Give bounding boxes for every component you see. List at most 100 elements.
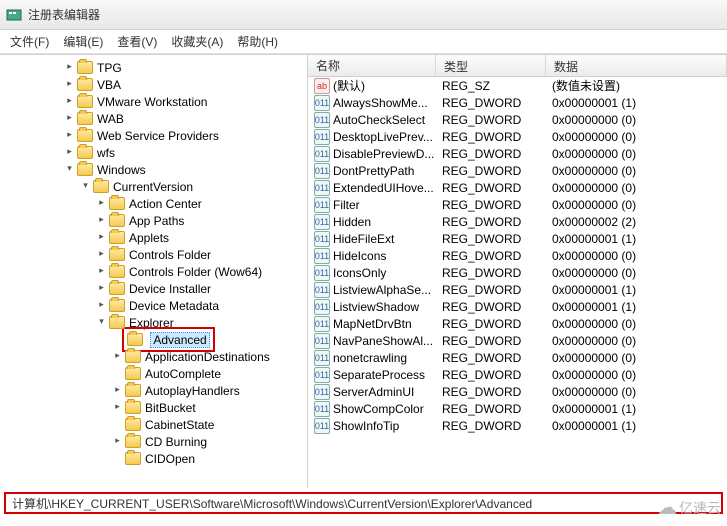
tree-node[interactable]: CabinetState [0,416,307,433]
tree-node-label[interactable]: Explorer [129,316,174,330]
tree-node-label[interactable]: Device Installer [129,282,211,296]
tree-node[interactable]: Explorer [0,314,307,331]
toggle-closed-icon[interactable] [112,351,123,362]
toggle-closed-icon[interactable] [96,249,107,260]
tree-node[interactable]: Advanced [0,331,307,348]
toggle-closed-icon[interactable] [96,215,107,226]
tree-node[interactable]: CurrentVersion [0,178,307,195]
toggle-closed-icon[interactable] [112,436,123,447]
tree-node[interactable]: ApplicationDestinations [0,348,307,365]
value-row[interactable]: 011nonetcrawlingREG_DWORD0x00000000 (0) [308,349,727,366]
toggle-closed-icon[interactable] [96,232,107,243]
tree-node[interactable]: Controls Folder (Wow64) [0,263,307,280]
tree-node[interactable]: Controls Folder [0,246,307,263]
tree-node-label[interactable]: CabinetState [145,418,214,432]
tree-node-label[interactable]: Web Service Providers [97,129,219,143]
tree-node-label[interactable]: CD Burning [145,435,207,449]
tree-node[interactable]: App Paths [0,212,307,229]
toggle-closed-icon[interactable] [64,113,75,124]
tree-node[interactable]: Device Metadata [0,297,307,314]
value-row[interactable]: 011AlwaysShowMe...REG_DWORD0x00000001 (1… [308,94,727,111]
toggle-open-icon[interactable] [80,181,91,192]
value-row[interactable]: 011HideIconsREG_DWORD0x00000000 (0) [308,247,727,264]
value-row[interactable]: 011DisablePreviewD...REG_DWORD0x00000000… [308,145,727,162]
tree-node[interactable]: wfs [0,144,307,161]
value-row[interactable]: 011HiddenREG_DWORD0x00000002 (2) [308,213,727,230]
toggle-open-icon[interactable] [64,164,75,175]
value-row[interactable]: 011DesktopLivePrev...REG_DWORD0x00000000… [308,128,727,145]
tree-node[interactable]: CD Burning [0,433,307,450]
toggle-closed-icon[interactable] [112,385,123,396]
tree-node[interactable]: AutoComplete [0,365,307,382]
toggle-closed-icon[interactable] [64,96,75,107]
value-row[interactable]: 011ExtendedUIHove...REG_DWORD0x00000000 … [308,179,727,196]
value-row[interactable]: 011ListviewShadowREG_DWORD0x00000001 (1) [308,298,727,315]
tree-node-label[interactable]: Applets [129,231,169,245]
tree-node-label[interactable]: CIDOpen [145,452,195,466]
tree-node-label[interactable]: TPG [97,61,122,75]
col-header-data[interactable]: 数据 [546,55,727,76]
tree-node[interactable]: VMware Workstation [0,93,307,110]
tree-node[interactable]: Device Installer [0,280,307,297]
value-row[interactable]: 011ShowInfoTipREG_DWORD0x00000001 (1) [308,417,727,434]
value-row[interactable]: 011ServerAdminUIREG_DWORD0x00000000 (0) [308,383,727,400]
tree-node-label[interactable]: BitBucket [145,401,196,415]
tree-node[interactable]: AutoplayHandlers [0,382,307,399]
col-header-type[interactable]: 类型 [436,55,546,76]
value-row[interactable]: 011ShowCompColorREG_DWORD0x00000001 (1) [308,400,727,417]
toggle-closed-icon[interactable] [64,130,75,141]
value-type: REG_DWORD [436,385,546,399]
toggle-closed-icon[interactable] [64,79,75,90]
value-list[interactable]: ab(默认)REG_SZ(数值未设置)011AlwaysShowMe...REG… [308,77,727,487]
tree-node[interactable]: WAB [0,110,307,127]
tree-node-label[interactable]: Controls Folder [129,248,211,262]
value-row[interactable]: 011HideFileExtREG_DWORD0x00000001 (1) [308,230,727,247]
tree-node-label[interactable]: ApplicationDestinations [145,350,270,364]
value-row[interactable]: ab(默认)REG_SZ(数值未设置) [308,77,727,94]
tree-node-label[interactable]: wfs [97,146,115,160]
toggle-closed-icon[interactable] [112,402,123,413]
value-row[interactable]: 011SeparateProcessREG_DWORD0x00000000 (0… [308,366,727,383]
value-row[interactable]: 011NavPaneShowAl...REG_DWORD0x00000000 (… [308,332,727,349]
tree-node-label[interactable]: Action Center [129,197,202,211]
tree-node[interactable]: Web Service Providers [0,127,307,144]
menu-help[interactable]: 帮助(H) [237,33,278,50]
tree-node[interactable]: CIDOpen [0,450,307,467]
tree-node-label[interactable]: AutoComplete [145,367,221,381]
tree-node-label[interactable]: VMware Workstation [97,95,207,109]
value-row[interactable]: 011DontPrettyPathREG_DWORD0x00000000 (0) [308,162,727,179]
menu-view[interactable]: 查看(V) [117,33,157,50]
toggle-closed-icon[interactable] [64,62,75,73]
tree-node-label[interactable]: Advanced [150,332,209,348]
tree-node-label[interactable]: Windows [97,163,146,177]
tree-node-label[interactable]: VBA [97,78,121,92]
tree-node-label[interactable]: App Paths [129,214,184,228]
toggle-closed-icon[interactable] [64,147,75,158]
toggle-closed-icon[interactable] [96,198,107,209]
menu-file[interactable]: 文件(F) [10,33,49,50]
tree-node-label[interactable]: CurrentVersion [113,180,193,194]
tree-node[interactable]: VBA [0,76,307,93]
menu-favorites[interactable]: 收藏夹(A) [171,33,223,50]
tree-node-label[interactable]: Controls Folder (Wow64) [129,265,262,279]
value-row[interactable]: 011ListviewAlphaSe...REG_DWORD0x00000001… [308,281,727,298]
toggle-open-icon[interactable] [96,317,107,328]
tree-node[interactable]: BitBucket [0,399,307,416]
tree-node[interactable]: Windows [0,161,307,178]
toggle-closed-icon[interactable] [96,283,107,294]
value-row[interactable]: 011IconsOnlyREG_DWORD0x00000000 (0) [308,264,727,281]
tree-pane[interactable]: TPG VBA VMware Workstation WAB Web Service P… [0,55,308,488]
toggle-closed-icon[interactable] [96,266,107,277]
tree-node[interactable]: Action Center [0,195,307,212]
value-row[interactable]: 011AutoCheckSelectREG_DWORD0x00000000 (0… [308,111,727,128]
col-header-name[interactable]: 名称 [308,55,436,76]
tree-node[interactable]: TPG [0,59,307,76]
tree-node-label[interactable]: AutoplayHandlers [145,384,240,398]
menu-edit[interactable]: 编辑(E) [63,33,103,50]
value-row[interactable]: 011MapNetDrvBtnREG_DWORD0x00000000 (0) [308,315,727,332]
toggle-closed-icon[interactable] [96,300,107,311]
tree-node-label[interactable]: Device Metadata [129,299,219,313]
tree-node-label[interactable]: WAB [97,112,124,126]
tree-node[interactable]: Applets [0,229,307,246]
value-row[interactable]: 011FilterREG_DWORD0x00000000 (0) [308,196,727,213]
